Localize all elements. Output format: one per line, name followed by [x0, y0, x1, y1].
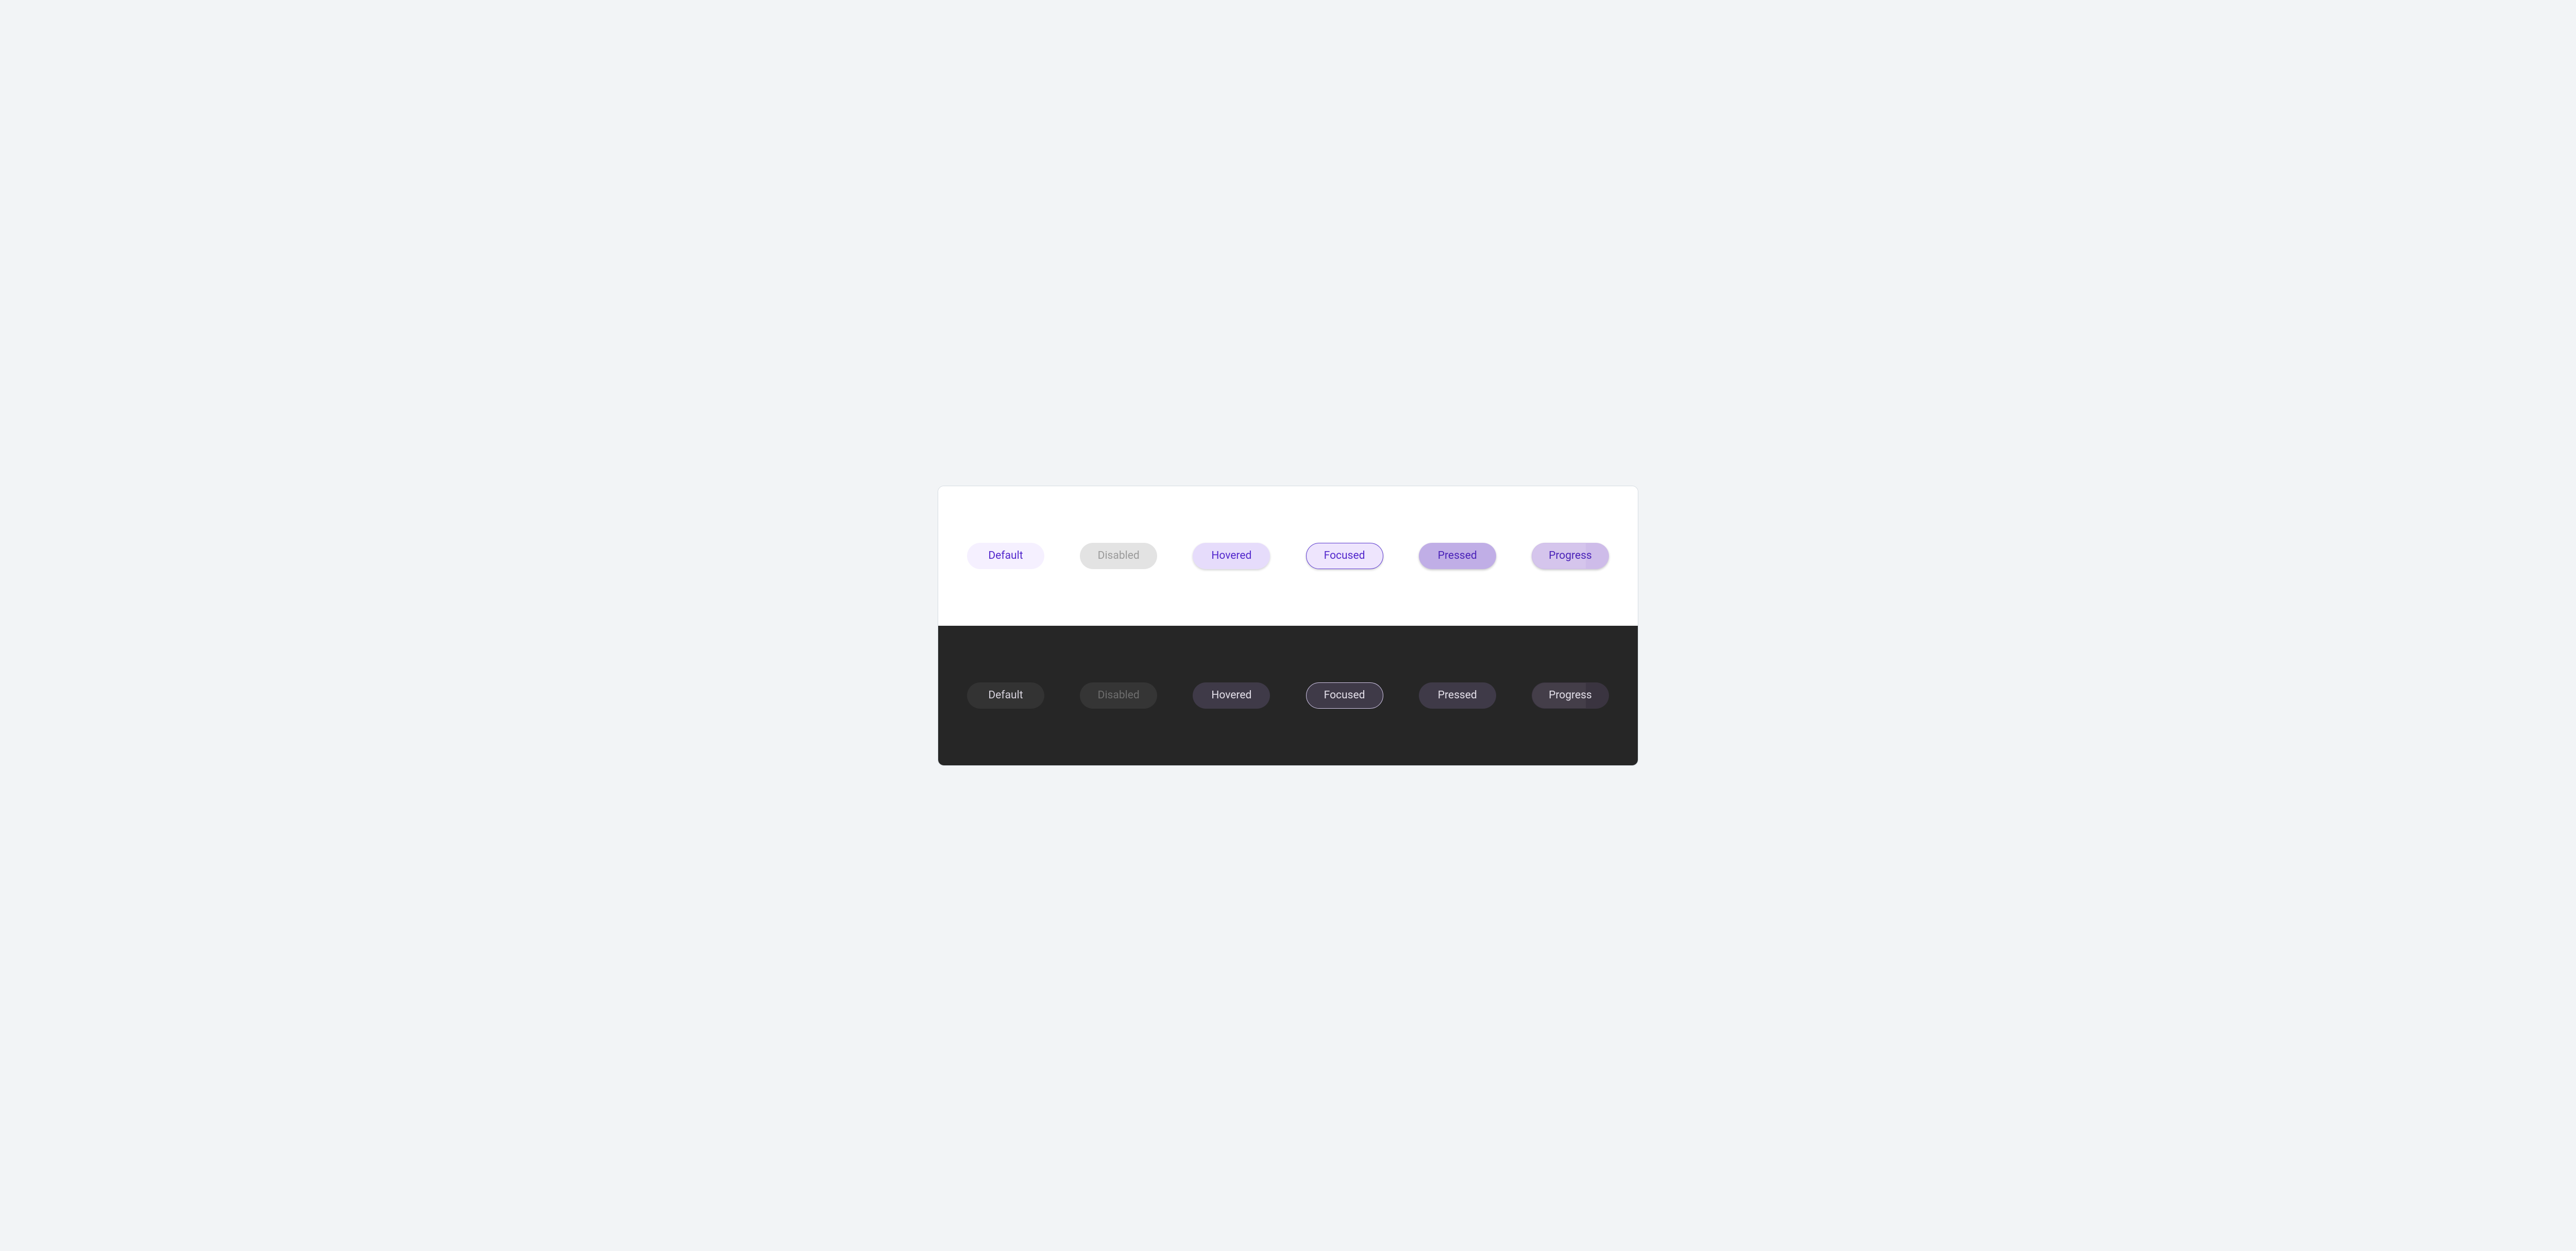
button-label: Default	[988, 690, 1023, 701]
button-label: Pressed	[1438, 690, 1477, 701]
disabled-button: Disabled	[1080, 682, 1157, 709]
dark-theme-panel: Default Disabled Hovered Focused Pressed…	[938, 626, 1638, 765]
button-label: Hovered	[1211, 690, 1251, 701]
button-label: Progress	[1549, 690, 1592, 701]
focused-button[interactable]: Focused	[1306, 543, 1383, 569]
hovered-button[interactable]: Hovered	[1193, 682, 1270, 709]
hovered-button[interactable]: Hovered	[1193, 543, 1270, 569]
default-button[interactable]: Default	[967, 543, 1044, 569]
progress-button[interactable]: Progress	[1532, 543, 1609, 569]
button-label: Pressed	[1438, 551, 1477, 561]
button-label: Focused	[1324, 690, 1365, 701]
button-label: Disabled	[1098, 551, 1140, 561]
button-label: Default	[988, 551, 1023, 561]
button-label: Hovered	[1211, 551, 1251, 561]
default-button[interactable]: Default	[967, 682, 1044, 709]
light-theme-panel: Default Disabled Hovered Focused Pressed…	[938, 486, 1638, 626]
pressed-button[interactable]: Pressed	[1419, 543, 1496, 569]
button-label: Disabled	[1098, 690, 1140, 701]
button-states-card: Default Disabled Hovered Focused Pressed…	[938, 486, 1638, 766]
focused-button[interactable]: Focused	[1306, 682, 1383, 709]
pressed-button[interactable]: Pressed	[1419, 682, 1496, 709]
button-label: Progress	[1549, 551, 1592, 561]
disabled-button: Disabled	[1080, 543, 1157, 569]
button-label: Focused	[1324, 551, 1365, 561]
progress-button[interactable]: Progress	[1532, 682, 1609, 709]
